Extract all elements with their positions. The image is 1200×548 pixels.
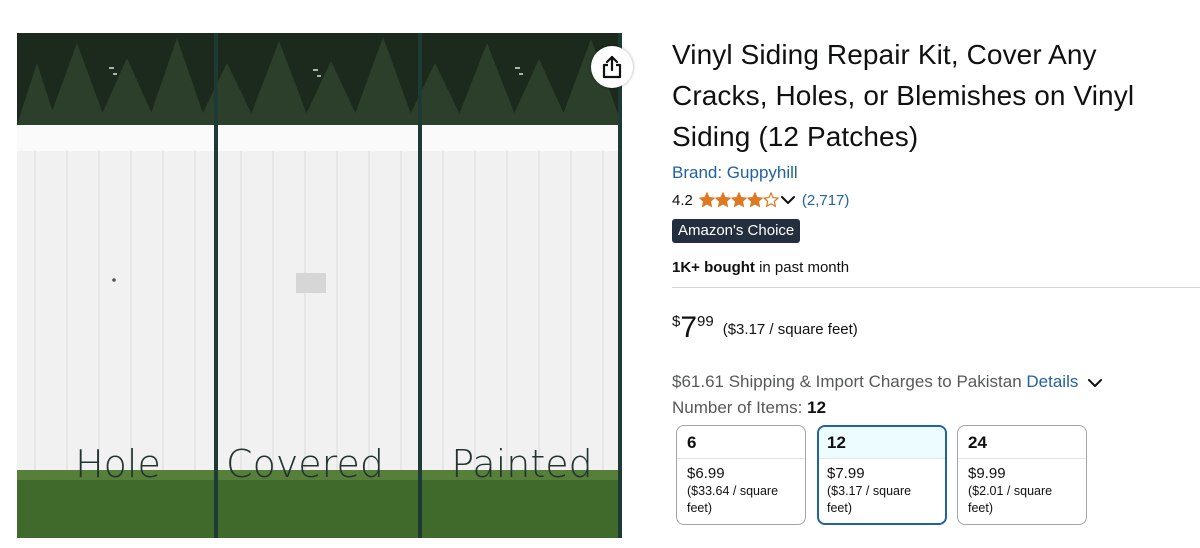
chevron-down-icon[interactable] <box>1087 377 1103 389</box>
divider <box>672 287 1200 288</box>
shipping-details-link[interactable]: Details <box>1026 372 1078 391</box>
rating-count-link[interactable]: (2,717) <box>802 192 850 209</box>
option-unit-price: ($3.17 / square feet) <box>827 484 912 515</box>
product-details: Vinyl Siding Repair Kit, Cover Any Crack… <box>672 34 1200 276</box>
price-symbol: $ <box>672 313 681 330</box>
items-label-text: Number of Items: <box>672 398 808 417</box>
bought-bold: 1K+ bought <box>672 259 755 276</box>
star-rating[interactable] <box>698 192 779 208</box>
number-of-items-label: Number of Items: 12 <box>672 398 826 418</box>
shipping-info: $61.61 Shipping & Import Charges to Paki… <box>672 372 1103 392</box>
item-option-6[interactable]: 6 $6.99 ($33.64 / square feet) <box>676 425 806 525</box>
price-fraction: 99 <box>697 313 714 330</box>
product-image[interactable]: Hole Covered Painted <box>17 33 622 538</box>
price: $ 7 99 ($3.17 / square feet) <box>672 312 858 344</box>
rating-row: 4.2 (2,717) <box>672 189 1200 211</box>
product-title: Vinyl Siding Repair Kit, Cover Any Crack… <box>672 39 1135 152</box>
amazons-choice-badge: Amazon's Choice <box>672 219 801 243</box>
star-full-icon <box>714 192 731 208</box>
price-whole: 7 <box>680 311 698 344</box>
option-count: 24 <box>958 426 1086 459</box>
panel-label-hole: Hole <box>75 442 161 486</box>
chevron-down-icon[interactable] <box>780 194 796 206</box>
fence-photo: Hole Covered Painted <box>17 33 622 538</box>
star-full-icon <box>730 192 747 208</box>
option-unit-price: ($2.01 / square feet) <box>968 484 1053 515</box>
star-full-icon <box>746 192 763 208</box>
option-price: $9.99 <box>968 465 1006 482</box>
item-option-12[interactable]: 12 $7.99 ($3.17 / square feet) <box>817 425 947 525</box>
bought-count: 1K+ bought in past month <box>672 259 1200 276</box>
star-partial-icon <box>762 192 779 208</box>
option-price: $6.99 <box>687 465 725 482</box>
price-per-unit: ($3.17 / square feet) <box>722 321 858 338</box>
share-icon <box>602 55 622 79</box>
items-selected-value: 12 <box>807 398 827 417</box>
option-count: 6 <box>677 426 805 459</box>
panel-label-painted: Painted <box>451 442 593 486</box>
brand-link[interactable]: Brand: Guppyhill <box>672 163 1200 183</box>
bought-rest: in past month <box>754 259 850 276</box>
item-option-24[interactable]: 24 $9.99 ($2.01 / square feet) <box>957 425 1087 525</box>
share-button[interactable] <box>591 46 633 88</box>
rating-value: 4.2 <box>672 191 693 209</box>
option-price: $7.99 <box>827 465 865 482</box>
option-unit-price: ($33.64 / square feet) <box>687 484 779 515</box>
shipping-text: $61.61 Shipping & Import Charges to Paki… <box>672 372 1027 391</box>
option-count: 12 <box>819 427 945 459</box>
panel-label-covered: Covered <box>226 442 384 486</box>
star-full-icon <box>698 192 715 208</box>
